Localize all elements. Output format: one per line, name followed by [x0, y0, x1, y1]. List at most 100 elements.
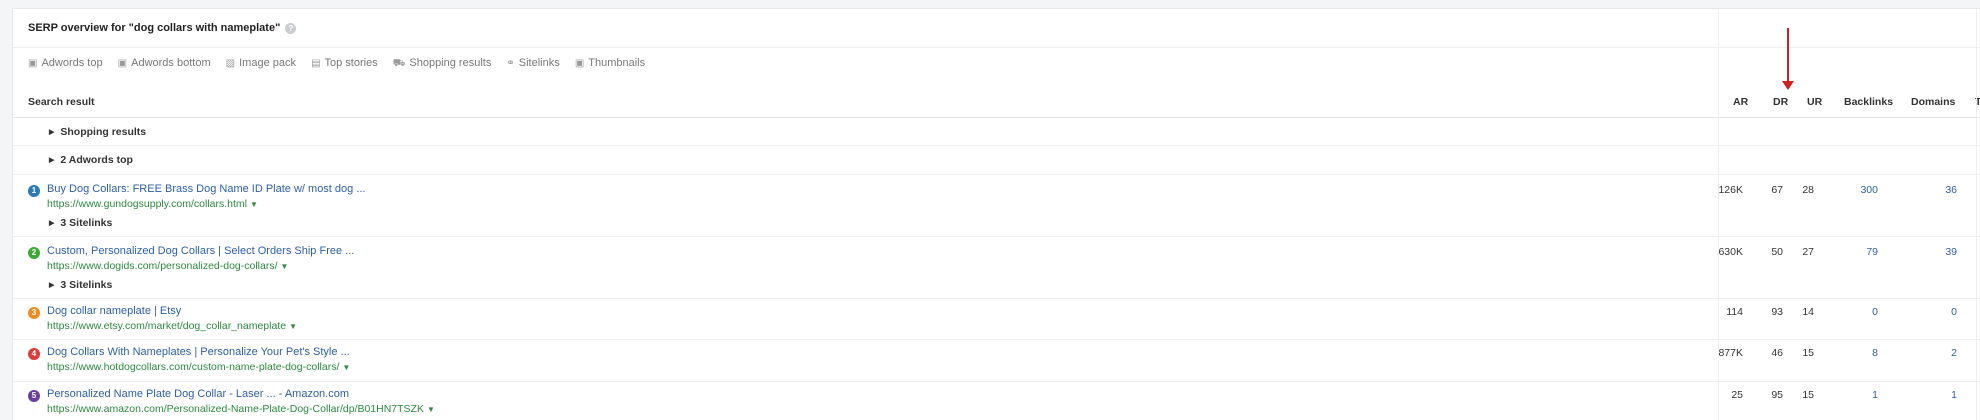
ad-icon: ▣	[28, 58, 38, 69]
sitelinks-label: 3 Sitelinks	[60, 217, 113, 229]
caret-right-icon: ▶	[49, 129, 55, 136]
ar-value: 25	[1731, 389, 1743, 401]
caret-down-icon[interactable]: ▼	[289, 322, 297, 331]
ar-value: 114	[1726, 306, 1743, 318]
filter-sitelinks[interactable]: ⚭ Sitelinks	[506, 57, 559, 69]
result-title-link[interactable]: Custom, Personalized Dog Collars | Selec…	[47, 245, 354, 257]
filter-thumbnails[interactable]: ▣ Thumbnails	[575, 57, 645, 69]
backlinks-value[interactable]: 79	[1838, 246, 1878, 258]
result-url[interactable]: https://www.hotdogcollars.com/custom-nam…	[47, 361, 350, 373]
serp-overview-panel: SERP overview for "dog collars with name…	[12, 8, 1980, 420]
backlinks-value[interactable]: 0	[1838, 306, 1878, 318]
domains-value[interactable]: 39	[1917, 246, 1957, 258]
group-label: 2 Adwords top	[60, 154, 133, 166]
ur-value: 14	[1802, 306, 1814, 318]
filter-shopping-results[interactable]: ⛟ Shopping results	[393, 57, 492, 71]
table-row: 3 Dog collar nameplate | Etsy https://ww…	[13, 299, 1980, 340]
shopping-results-toggle[interactable]: ▶ Shopping results	[49, 126, 146, 138]
ad-icon: ▣	[117, 58, 128, 69]
title-row: SERP overview for "dog collars with name…	[13, 9, 1980, 48]
column-divider	[1976, 9, 1977, 420]
result-url[interactable]: https://www.gundogsupply.com/collars.htm…	[47, 198, 258, 210]
group-label: Shopping results	[60, 126, 147, 138]
adwords-top-group[interactable]: ▶ 2 Adwords top	[13, 146, 1980, 175]
backlinks-value[interactable]: 300	[1838, 184, 1878, 196]
table-header: Search result AR DR UR Backlinks Domains…	[13, 87, 1980, 118]
ur-value: 15	[1802, 389, 1814, 401]
backlinks-value[interactable]: 8	[1838, 347, 1878, 359]
ur-value: 27	[1802, 246, 1814, 258]
filter-top-stories[interactable]: ▤ Top stories	[311, 57, 378, 69]
position-badge: 2	[28, 247, 40, 259]
position-badge: 3	[28, 307, 40, 319]
filter-label: Top stories	[324, 57, 378, 69]
sitelinks-label: 3 Sitelinks	[60, 279, 113, 291]
column-divider	[1718, 9, 1719, 420]
adwords-top-toggle[interactable]: ▶ 2 Adwords top	[49, 154, 133, 166]
backlinks-value[interactable]: 1	[1838, 389, 1878, 401]
sitelinks-toggle[interactable]: ▶ 3 Sitelinks	[49, 279, 112, 291]
table-row: 2 Custom, Personalized Dog Collars | Sel…	[13, 237, 1980, 299]
news-icon: ▤	[311, 58, 321, 69]
ar-value: 630K	[1718, 246, 1743, 258]
annotation-arrow-head	[1782, 81, 1794, 90]
shopping-results-group[interactable]: ▶ Shopping results	[13, 118, 1980, 146]
filter-label: Thumbnails	[588, 57, 646, 69]
result-title-link[interactable]: Dog collar nameplate | Etsy	[47, 305, 181, 317]
column-backlinks[interactable]: Backlinks	[1844, 96, 1893, 108]
result-url-link[interactable]: https://www.gundogsupply.com/collars.htm…	[47, 198, 247, 210]
ar-value: 877K	[1718, 347, 1743, 359]
column-ur[interactable]: UR	[1807, 96, 1822, 108]
filter-adwords-top[interactable]: ▣ Adwords top	[28, 57, 103, 69]
table-row: 1 Buy Dog Collars: FREE Brass Dog Name I…	[13, 175, 1980, 237]
column-ar[interactable]: AR	[1733, 96, 1748, 108]
question-icon[interactable]: ?	[285, 22, 297, 34]
annotation-arrow-line	[1787, 28, 1789, 82]
caret-down-icon[interactable]: ▼	[427, 405, 435, 414]
column-dr[interactable]: DR	[1773, 96, 1788, 108]
result-url[interactable]: https://www.etsy.com/market/dog_collar_n…	[47, 320, 297, 332]
filter-label: Adwords bottom	[131, 57, 211, 69]
result-url[interactable]: https://www.dogids.com/personalized-dog-…	[47, 260, 288, 272]
domains-value[interactable]: 2	[1917, 347, 1957, 359]
filter-adwords-bottom[interactable]: ▣ Adwords bottom	[118, 57, 211, 69]
result-url-link[interactable]: https://www.dogids.com/personalized-dog-…	[47, 260, 278, 272]
sitelinks-toggle[interactable]: ▶ 3 Sitelinks	[49, 217, 112, 229]
column-domains[interactable]: Domains	[1911, 96, 1955, 108]
caret-right-icon: ▶	[49, 157, 55, 164]
result-url-link[interactable]: https://www.hotdogcollars.com/custom-nam…	[47, 361, 339, 373]
title-text: SERP overview for "dog collars with name…	[28, 22, 281, 34]
caret-right-icon: ▶	[49, 282, 55, 289]
link-icon: ⚭	[506, 58, 515, 69]
caret-right-icon: ▶	[49, 220, 55, 227]
result-title-link[interactable]: Dog Collars With Nameplates | Personaliz…	[47, 346, 350, 358]
page-title: SERP overview for "dog collars with name…	[28, 22, 297, 34]
result-url-link[interactable]: https://www.amazon.com/Personalized-Name…	[47, 403, 424, 415]
position-badge: 1	[28, 185, 40, 197]
table-row: 5 Personalized Name Plate Dog Collar - L…	[13, 382, 1980, 420]
ur-value: 15	[1802, 347, 1814, 359]
filter-label: Adwords top	[41, 57, 103, 69]
filter-label: Sitelinks	[518, 57, 560, 69]
position-badge: 4	[28, 348, 40, 360]
result-url-link[interactable]: https://www.etsy.com/market/dog_collar_n…	[47, 320, 286, 332]
column-search-result[interactable]: Search result	[28, 96, 95, 108]
image-icon: ▧	[225, 58, 236, 69]
result-url[interactable]: https://www.amazon.com/Personalized-Name…	[47, 403, 435, 415]
filter-image-pack[interactable]: ▧ Image pack	[226, 57, 296, 69]
domains-value[interactable]: 0	[1917, 306, 1957, 318]
result-title-link[interactable]: Buy Dog Collars: FREE Brass Dog Name ID …	[47, 183, 366, 195]
table-row: 4 Dog Collars With Nameplates | Personal…	[13, 340, 1980, 382]
domains-value[interactable]: 36	[1917, 184, 1957, 196]
position-badge: 5	[28, 390, 40, 402]
ur-value: 28	[1802, 184, 1814, 196]
ar-value: 126K	[1718, 184, 1743, 196]
filter-label: Shopping results	[409, 57, 492, 69]
serp-feature-filters: ▣ Adwords top ▣ Adwords bottom ▧ Image pack…	[28, 57, 657, 71]
domains-value[interactable]: 1	[1917, 389, 1957, 401]
caret-down-icon[interactable]: ▼	[281, 262, 289, 271]
caret-down-icon[interactable]: ▼	[250, 200, 258, 209]
caret-down-icon[interactable]: ▼	[342, 363, 350, 372]
result-title-link[interactable]: Personalized Name Plate Dog Collar - Las…	[47, 388, 349, 400]
filter-label: Image pack	[239, 57, 296, 69]
